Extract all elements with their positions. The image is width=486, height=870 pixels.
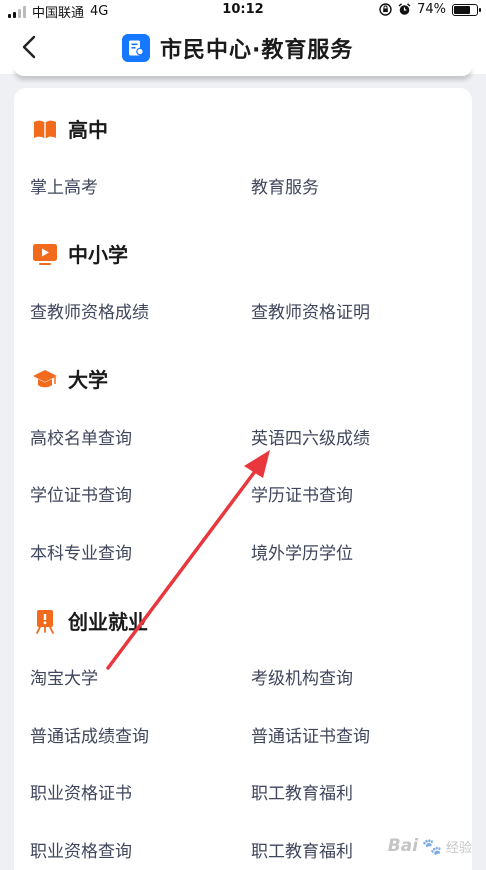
link-cet-score[interactable]: 英语四六级成绩 (251, 424, 370, 449)
link-overseas-degree[interactable]: 境外学历学位 (251, 539, 353, 564)
link-taobao-university[interactable]: 淘宝大学 (30, 664, 98, 689)
app-logo-icon (122, 34, 150, 62)
chevron-left-icon (22, 35, 36, 59)
section-title: 中小学 (68, 243, 128, 267)
section-title: 大学 (68, 368, 108, 392)
link-gaokao[interactable]: 掌上高考 (30, 173, 98, 198)
link-professional-qualification-query[interactable]: 职业资格查询 (30, 837, 132, 862)
section-title: 高中 (68, 118, 108, 142)
page-title: 市民中心·教育服务 (160, 38, 354, 63)
presentation-board-icon (32, 608, 58, 634)
orientation-lock-icon (379, 3, 392, 16)
link-worker-education-welfare[interactable]: 职工教育福利 (251, 779, 353, 804)
link-exam-institution[interactable]: 考级机构查询 (251, 664, 353, 689)
graduation-cap-icon (32, 366, 58, 392)
nav-title-group: 市民中心·教育服务 (122, 32, 353, 64)
section-header-primary-secondary: 中小学 (32, 239, 128, 268)
watermark-suffix: 经验 (445, 840, 472, 856)
status-right: 74% (379, 2, 481, 17)
service-card: 高中 掌上高考 教育服务 中小学 查教师资格成绩 查教师资格证明 大学 高校名单… (14, 88, 472, 870)
video-play-icon (32, 241, 58, 267)
link-mandarin-score[interactable]: 普通话成绩查询 (30, 722, 149, 747)
watermark-text: Bai (387, 836, 419, 856)
section-header-high-school: 高中 (32, 114, 108, 143)
link-teacher-qualification-certificate[interactable]: 查教师资格证明 (251, 298, 370, 323)
link-degree-certificate[interactable]: 学位证书查询 (30, 481, 132, 506)
link-university-list[interactable]: 高校名单查询 (30, 424, 132, 449)
header-divider (14, 66, 472, 76)
watermark: Bai 🐾 经验 (388, 836, 472, 856)
battery-percent: 74% (417, 2, 446, 17)
link-worker-education-welfare-2[interactable]: 职工教育福利 (251, 837, 353, 862)
battery-fill (454, 5, 471, 14)
book-icon (32, 116, 58, 142)
status-bar: 中国联通 4G 10:12 74% (0, 0, 486, 21)
link-diploma-certificate[interactable]: 学历证书查询 (251, 481, 353, 506)
link-mandarin-certificate[interactable]: 普通话证书查询 (251, 722, 370, 747)
battery-icon (452, 3, 481, 16)
section-header-university: 大学 (32, 364, 108, 393)
link-teacher-qualification-score[interactable]: 查教师资格成绩 (30, 298, 149, 323)
back-button[interactable] (14, 32, 44, 62)
link-professional-certificate[interactable]: 职业资格证书 (30, 779, 132, 804)
section-header-employment: 创业就业 (32, 606, 148, 635)
alarm-icon (398, 3, 411, 15)
link-education-service[interactable]: 教育服务 (251, 173, 319, 198)
paw-icon: 🐾 (422, 836, 442, 856)
link-undergraduate-major[interactable]: 本科专业查询 (30, 539, 132, 564)
section-title: 创业就业 (68, 610, 148, 634)
